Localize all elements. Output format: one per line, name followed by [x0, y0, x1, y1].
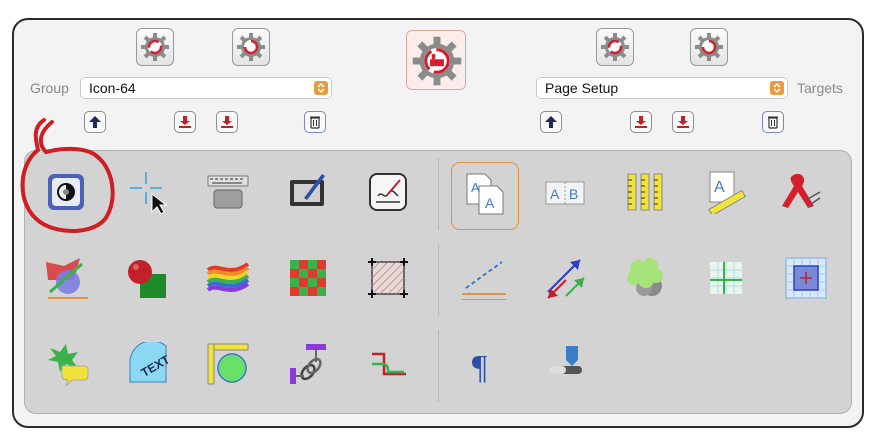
annotation-circle [20, 118, 115, 233]
